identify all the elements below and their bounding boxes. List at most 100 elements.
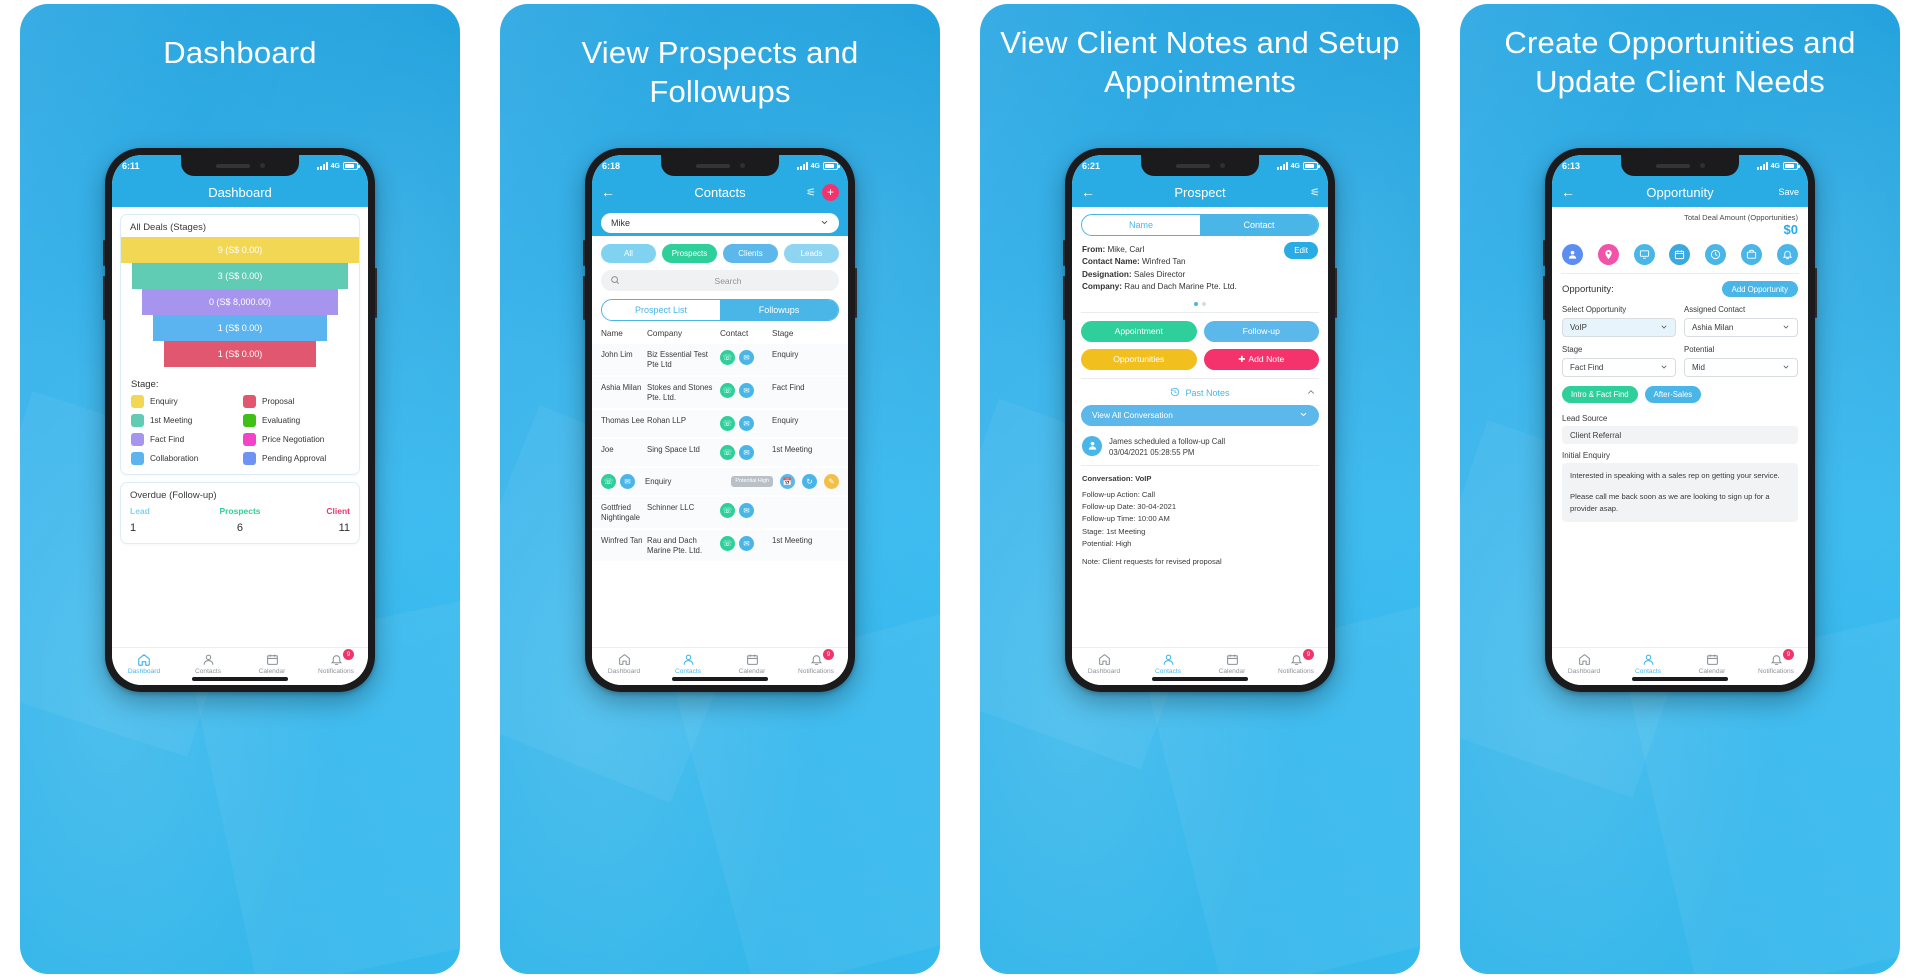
nav-item-calendar[interactable]: Calendar bbox=[240, 652, 304, 675]
chip-clients[interactable]: Clients bbox=[723, 244, 778, 263]
cell-company: Sing Space Ltd bbox=[647, 445, 700, 454]
refresh-icon[interactable]: ↻ bbox=[802, 474, 817, 489]
nav-item-dashboard[interactable]: Dashboard bbox=[112, 652, 176, 675]
nav-item-notifications[interactable]: 9 Notifications bbox=[1264, 649, 1328, 675]
funnel-row[interactable]: 9 (S$ 0.00) bbox=[121, 237, 359, 263]
lead-source-input[interactable]: Client Referral bbox=[1562, 426, 1798, 445]
add-contact-button[interactable]: + bbox=[822, 183, 839, 201]
add-note-button[interactable]: ✚ Add Note bbox=[1203, 348, 1319, 370]
call-icon[interactable]: ☏ bbox=[720, 536, 735, 551]
user-selector[interactable]: Mike bbox=[601, 213, 839, 233]
calendar-icon[interactable] bbox=[1669, 244, 1691, 266]
note-icon[interactable]: ✎ bbox=[824, 474, 839, 489]
past-notes-header[interactable]: Past Notes bbox=[1072, 379, 1328, 405]
tab-contact[interactable]: Contact bbox=[1200, 215, 1318, 235]
funnel-row[interactable]: 1 (S$ 0.00) bbox=[121, 341, 359, 367]
chip-prospects[interactable]: Prospects bbox=[662, 244, 717, 263]
table-row[interactable]: Winfred Tan Rau and Dach Marine Pte. Ltd… bbox=[592, 530, 848, 563]
menu-icon[interactable] bbox=[121, 187, 135, 197]
filter-icon[interactable]: ⚟ bbox=[1310, 186, 1320, 199]
table-row[interactable]: Gottfried Nightingale Schinner LLC ☏ ✉ bbox=[592, 497, 848, 530]
funnel-row[interactable]: 1 (S$ 0.00) bbox=[121, 315, 359, 341]
select-opportunity-dropdown[interactable]: VoIP bbox=[1562, 318, 1676, 338]
deals-funnel-chart: 9 (S$ 0.00) 3 (S$ 0.00) 0 (S$ 8,000.00) bbox=[121, 236, 359, 374]
nav-item-calendar[interactable]: Calendar bbox=[1200, 652, 1264, 675]
potential-dropdown[interactable]: Mid bbox=[1684, 358, 1798, 378]
nav-item-contacts[interactable]: Contacts bbox=[1616, 652, 1680, 675]
nav-item-contacts[interactable]: Contacts bbox=[176, 652, 240, 675]
call-icon[interactable]: ☏ bbox=[720, 445, 735, 460]
pill-intro-fact-find[interactable]: Intro & Fact Find bbox=[1562, 386, 1638, 404]
clock-icon[interactable] bbox=[1705, 244, 1727, 266]
nav-item-notifications[interactable]: 9 Notifications bbox=[304, 649, 368, 675]
tab-name[interactable]: Name bbox=[1082, 215, 1200, 235]
nav-item-calendar[interactable]: Calendar bbox=[720, 652, 784, 675]
save-button[interactable]: Save bbox=[1778, 187, 1799, 197]
overdue-lead[interactable]: Lead 1 bbox=[130, 506, 203, 534]
add-opportunity-button[interactable]: Add Opportunity bbox=[1721, 281, 1798, 298]
nav-item-dashboard[interactable]: Dashboard bbox=[592, 652, 656, 675]
tab-prospect-list[interactable]: Prospect List bbox=[602, 300, 720, 320]
email-icon[interactable]: ✉ bbox=[739, 445, 754, 460]
bell-icon[interactable] bbox=[1776, 244, 1798, 266]
page-dot[interactable] bbox=[1202, 301, 1206, 306]
email-icon[interactable]: ✉ bbox=[739, 416, 754, 431]
email-icon[interactable]: ✉ bbox=[620, 474, 635, 489]
expanded-row[interactable]: ☏ ✉ Enquiry Potential High 📅 ↻ ✎ bbox=[592, 468, 848, 497]
nav-item-calendar[interactable]: Calendar bbox=[1680, 652, 1744, 675]
overdue-prospects[interactable]: Prospects 6 bbox=[203, 506, 276, 534]
funnel-row[interactable]: 3 (S$ 0.00) bbox=[121, 263, 359, 289]
table-row[interactable]: John Lim Biz Essential Test Pte Ltd ☏ ✉ … bbox=[592, 344, 848, 377]
email-icon[interactable]: ✉ bbox=[739, 536, 754, 551]
chevron-up-icon[interactable] bbox=[1306, 387, 1316, 399]
call-icon[interactable]: ☏ bbox=[720, 503, 735, 518]
email-icon[interactable]: ✉ bbox=[739, 383, 754, 398]
funnel-row[interactable]: 0 (S$ 8,000.00) bbox=[121, 289, 359, 315]
potential-badge[interactable]: Potential High bbox=[731, 475, 773, 488]
table-row[interactable]: Thomas Lee Rohan LLP ☏ ✉ Enquiry bbox=[592, 410, 848, 439]
call-icon[interactable]: ☏ bbox=[601, 474, 616, 489]
calendar-icon bbox=[1705, 652, 1720, 667]
call-icon[interactable]: ☏ bbox=[720, 416, 735, 431]
opportunities-button[interactable]: Opportunities bbox=[1081, 348, 1197, 370]
nav-item-notifications[interactable]: 9 Notifications bbox=[1744, 649, 1808, 675]
nav-item-notifications[interactable]: 9 Notifications bbox=[784, 649, 848, 675]
back-icon[interactable]: ← bbox=[1081, 185, 1095, 199]
email-icon[interactable]: ✉ bbox=[739, 350, 754, 365]
call-icon[interactable]: ☏ bbox=[720, 350, 735, 365]
appointment-button[interactable]: Appointment bbox=[1081, 320, 1197, 342]
person-icon[interactable] bbox=[1562, 244, 1583, 266]
page-dot-active[interactable] bbox=[1194, 301, 1198, 306]
back-icon[interactable]: ← bbox=[1561, 185, 1575, 199]
briefcase-icon[interactable] bbox=[1741, 244, 1763, 266]
menu-icon[interactable] bbox=[622, 187, 636, 197]
chip-leads[interactable]: Leads bbox=[784, 244, 839, 263]
edit-button[interactable]: Edit bbox=[1284, 242, 1318, 260]
chip-all[interactable]: All bbox=[601, 244, 656, 263]
initial-enquiry-textarea[interactable]: Interested in speaking with a sales rep … bbox=[1562, 463, 1798, 522]
stage-dropdown[interactable]: Fact Find bbox=[1562, 358, 1676, 378]
followup-button[interactable]: Follow-up bbox=[1203, 320, 1319, 342]
table-row[interactable]: Ashia Milan Stokes and Stones Pte. Ltd. … bbox=[592, 377, 848, 410]
nav-item-contacts[interactable]: Contacts bbox=[656, 652, 720, 675]
call-icon[interactable]: ☏ bbox=[720, 383, 735, 398]
tab-followups[interactable]: Followups bbox=[720, 300, 838, 320]
overdue-client[interactable]: Client 11 bbox=[277, 506, 350, 534]
nav-item-dashboard[interactable]: Dashboard bbox=[1072, 652, 1136, 675]
nav-item-dashboard[interactable]: Dashboard bbox=[1552, 652, 1616, 675]
monitor-icon[interactable] bbox=[1633, 244, 1655, 266]
table-row[interactable]: Joe Sing Space Ltd ☏ ✉ 1st Meeting bbox=[592, 439, 848, 468]
assigned-contact-dropdown[interactable]: Ashia Milan bbox=[1684, 318, 1798, 338]
email-icon[interactable]: ✉ bbox=[739, 503, 754, 518]
menu-icon[interactable] bbox=[1582, 187, 1596, 197]
filter-icon[interactable]: ⚟ bbox=[806, 186, 816, 199]
camera-icon bbox=[739, 163, 745, 168]
nav-item-contacts[interactable]: Contacts bbox=[1136, 652, 1200, 675]
menu-icon[interactable] bbox=[1102, 187, 1116, 197]
view-all-conversation-button[interactable]: View All Conversation bbox=[1081, 404, 1319, 426]
calendar-icon[interactable]: 📅 bbox=[780, 474, 795, 489]
back-icon[interactable]: ← bbox=[601, 185, 615, 199]
pill-after-sales[interactable]: After-Sales bbox=[1644, 386, 1702, 404]
location-icon[interactable] bbox=[1597, 244, 1619, 266]
search-bar[interactable]: Search bbox=[601, 270, 839, 291]
